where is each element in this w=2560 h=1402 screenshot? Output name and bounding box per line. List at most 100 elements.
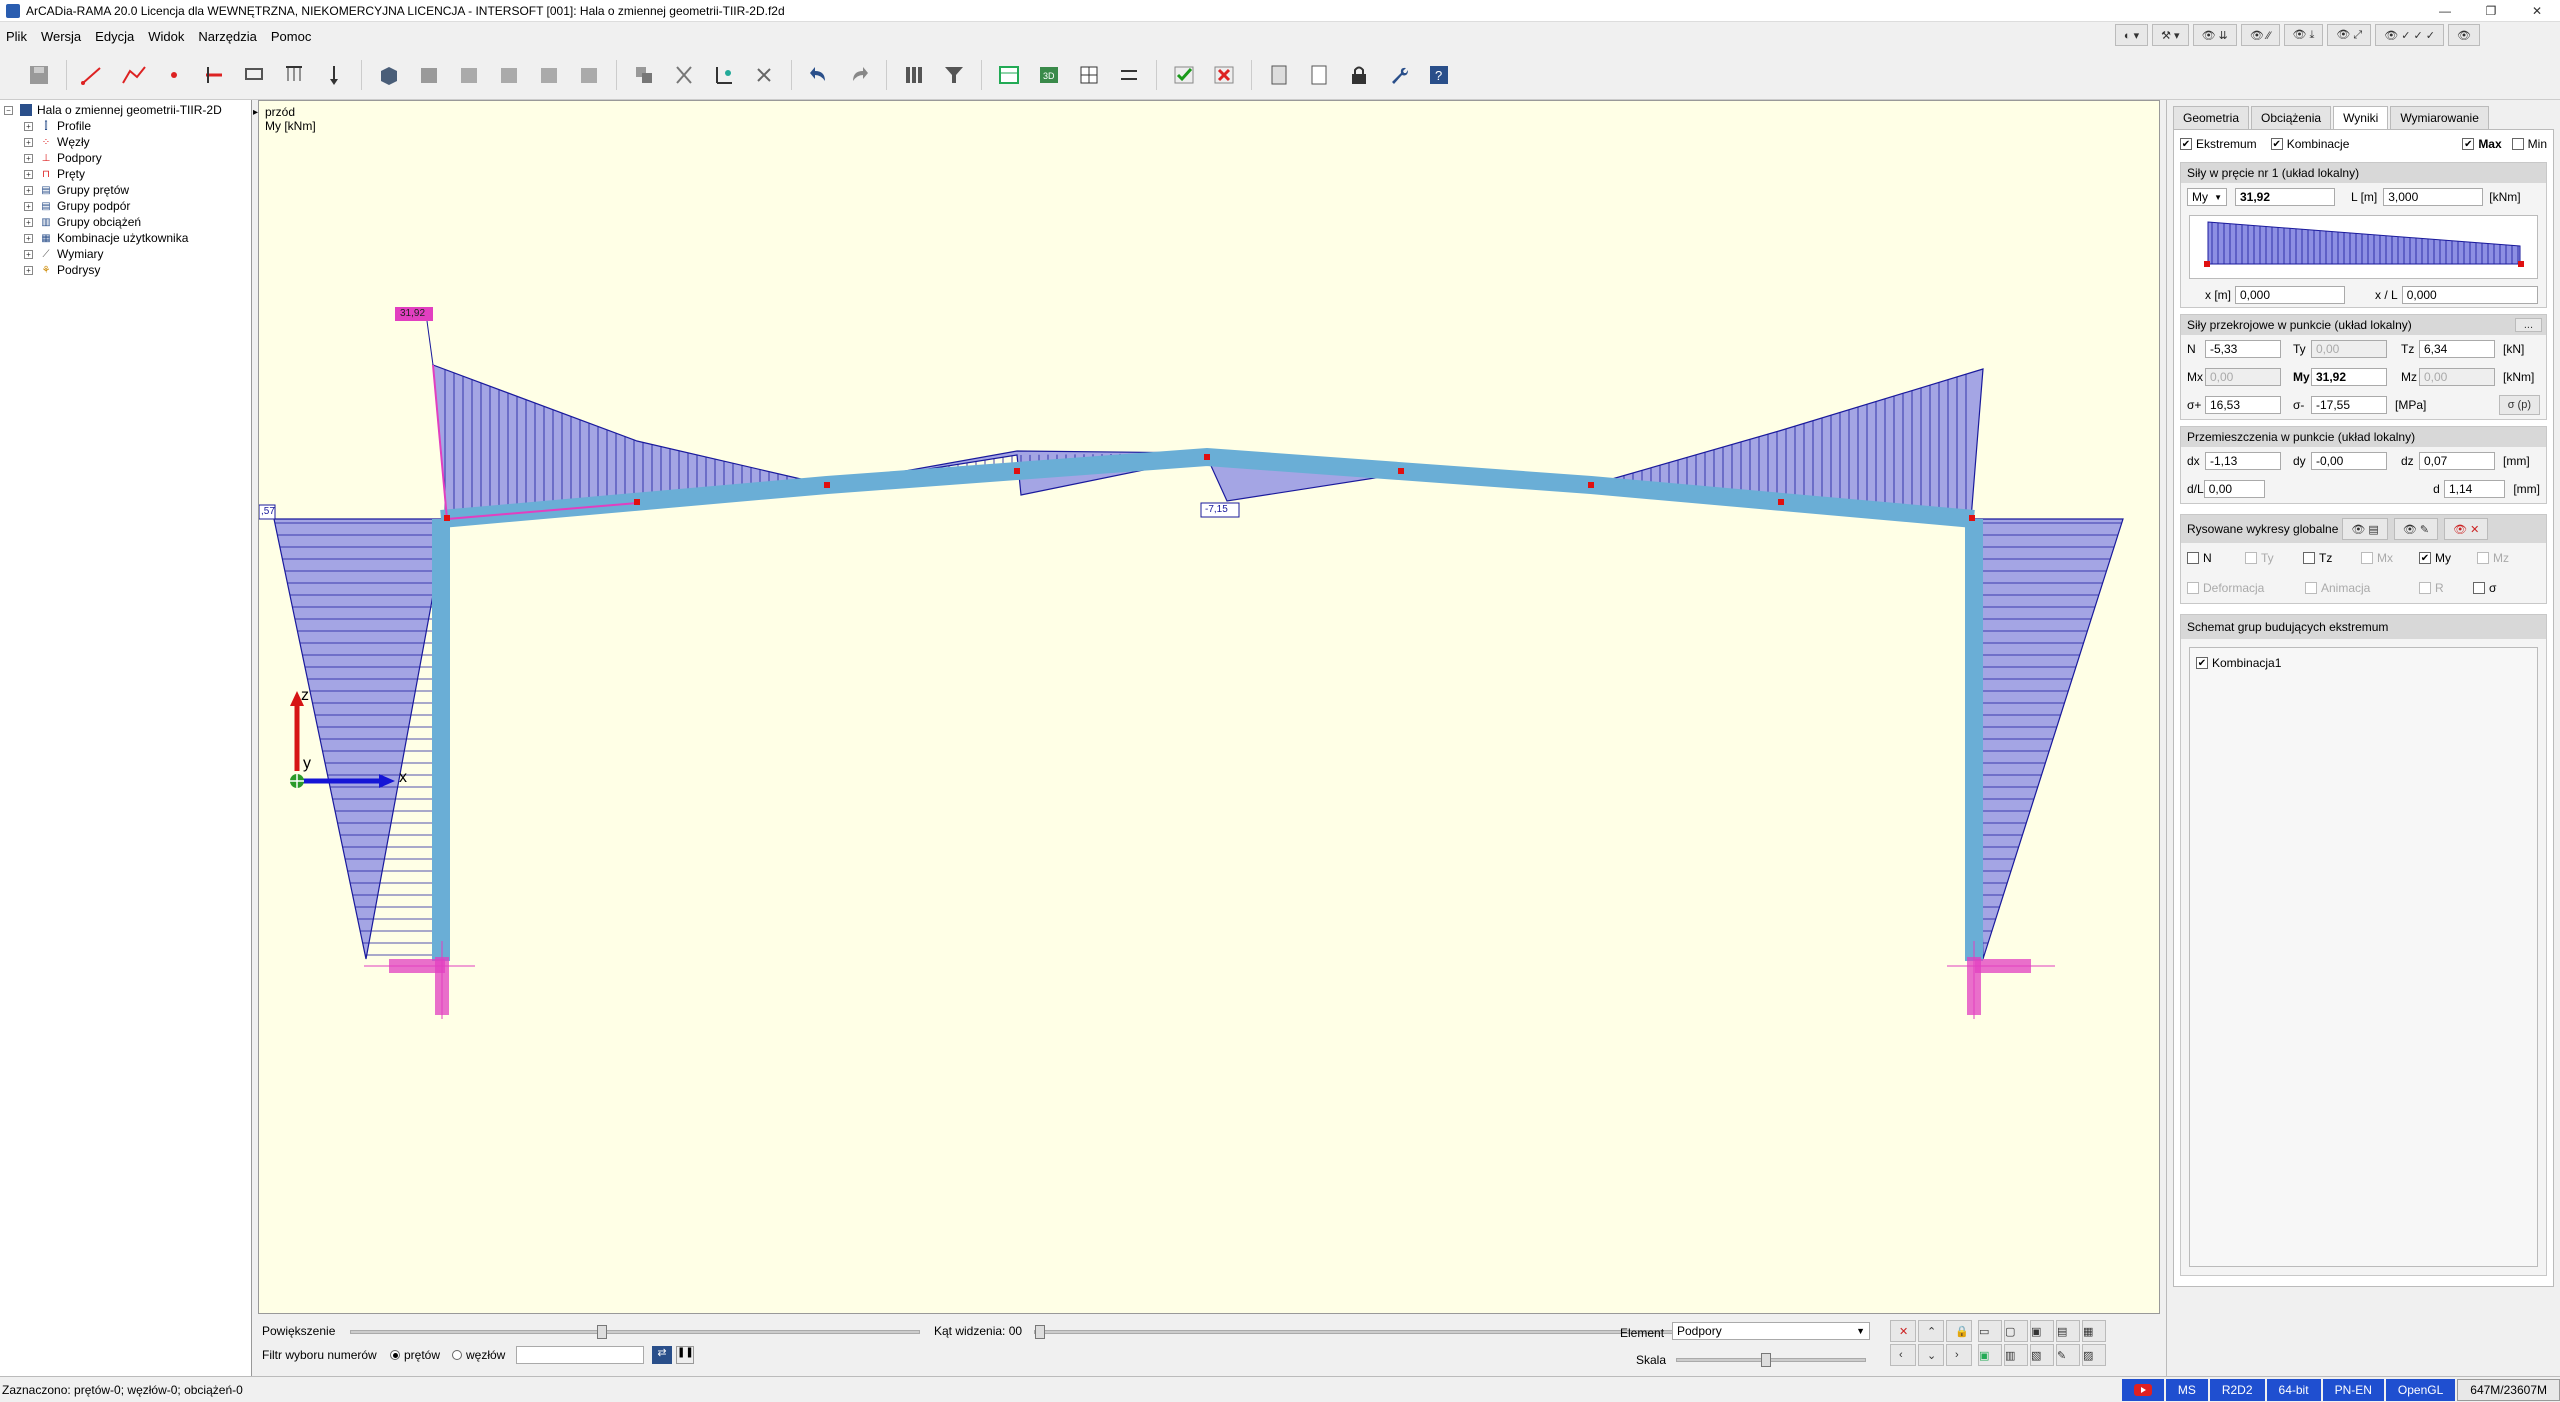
expand-icon[interactable]: + [24,137,33,147]
node[interactable] [1588,482,1594,488]
global-Mx-checkbox[interactable] [2361,552,2373,564]
global-diagram-clear-button[interactable]: 👁 ✕ [2444,518,2489,540]
align-icon[interactable] [1112,58,1146,92]
settings-wrench-icon[interactable] [1382,58,1416,92]
save-icon[interactable] [22,58,56,92]
tree-item-bar-groups[interactable]: + ▤ Grupy prętów [24,182,247,198]
tree-root[interactable]: − Hala o zmiennej geometrii-TIIR-2D [4,102,247,118]
view-mode-icon[interactable]: ▥ [2004,1344,2028,1366]
show-nodes-button[interactable]: 👁 ⤓ [2283,24,2324,46]
node-icon[interactable] [157,58,191,92]
min-checkbox[interactable] [2511,138,2524,150]
extremum-checkbox[interactable]: ✔ [2180,138,2192,150]
left-support[interactable] [364,941,475,1019]
draw-polyline-icon[interactable] [117,58,151,92]
tree-item-dimensions[interactable]: + ⟋ Wymiary [24,246,247,262]
nav-down-icon[interactable]: ⌄ [1918,1344,1944,1366]
node[interactable] [824,482,830,488]
view-mode-icon[interactable]: ▦ [2082,1320,2106,1342]
node[interactable] [1204,454,1210,460]
columns-icon[interactable] [897,58,931,92]
global-Ty-checkbox[interactable] [2245,552,2257,564]
tree-item-underlays[interactable]: + ⚘ Podrysy [24,262,247,278]
xl-input[interactable]: 0,000 [2401,286,2538,304]
menu-file[interactable]: Plik [6,29,27,44]
view-mode-icon[interactable]: ▣ [2030,1320,2054,1342]
expand-icon[interactable]: + [24,201,33,211]
scale-slider[interactable] [1676,1353,1866,1367]
tree-item-supports[interactable]: + ⊥ Podpory [24,150,247,166]
menu-view[interactable]: Widok [148,29,184,44]
table-icon[interactable] [992,58,1026,92]
node[interactable] [1778,499,1784,505]
menu-version[interactable]: Wersja [41,29,81,44]
expand-icon[interactable]: + [24,249,33,259]
show-global-diagram-button[interactable]: 👁 ▤ [2342,518,2388,540]
stress-checkbox[interactable] [2473,582,2485,594]
expand-icon[interactable]: + [24,217,33,227]
angle-slider-thumb[interactable] [1035,1325,1045,1339]
menu-edit[interactable]: Edycja [95,29,134,44]
collapse-icon[interactable]: − [4,105,13,115]
sigma-points-button[interactable]: σ (p) [2498,395,2540,415]
filter-number-input[interactable] [516,1346,644,1364]
show-bars-button[interactable]: 👁 ⁄⁄ [2240,24,2280,46]
point-load-icon[interactable] [317,58,351,92]
view-3d-icon[interactable]: 3D [1032,58,1066,92]
grid-icon[interactable] [1072,58,1106,92]
tree-item-support-groups[interactable]: + ▤ Grupy podpór [24,198,247,214]
section-forces-more-button[interactable]: ... [2514,318,2542,332]
right-support[interactable] [1947,941,2055,1019]
close-button[interactable]: ✕ [2514,0,2560,22]
expand-icon[interactable]: + [24,233,33,243]
undo-icon[interactable] [802,58,836,92]
view-mode-icon[interactable]: ▤ [2056,1320,2080,1342]
tab-design[interactable]: Wymiarowanie [2390,106,2489,129]
copy-icon[interactable] [627,58,661,92]
visibility-button[interactable]: 👁 [2448,24,2480,46]
pause-icon[interactable]: ❚❚ [676,1346,694,1364]
help-icon[interactable]: ? [1422,58,1456,92]
expand-icon[interactable]: + [24,153,33,163]
combination-checkbox[interactable]: ✔ [2270,138,2283,150]
tab-geometry[interactable]: Geometria [2173,106,2250,129]
tree-item-nodes[interactable]: + ⁘ Węzły [24,134,247,150]
expand-icon[interactable]: + [24,169,33,179]
support-icon[interactable] [197,58,231,92]
node[interactable] [444,515,450,521]
draw-bar-icon[interactable] [77,58,111,92]
drawing-canvas[interactable]: przód My [kNm] 31,92 ,57 -7,15 z y x ▸ [253,100,2160,1314]
expand-icon[interactable]: + [24,121,33,131]
lock-small-icon[interactable]: 🔒 [1946,1320,1972,1342]
view-mode-icon[interactable]: ▧ [2030,1344,2054,1366]
menu-tools[interactable]: Narzędzia [198,29,257,44]
record-icon[interactable] [2121,1379,2164,1401]
show-results-button[interactable]: 👁 ✓ ✓ ✓ [2375,24,2445,46]
radio-nodes[interactable]: węzłów [452,1348,505,1362]
nav-right-icon[interactable]: › [1946,1344,1972,1366]
distributed-load-icon[interactable] [277,58,311,92]
view-mode-icon[interactable]: ▢ [2004,1320,2028,1342]
view-mode-icon[interactable]: ▣ [1978,1344,2002,1366]
global-diagram-settings-button[interactable]: 👁 ✎ [2393,518,2439,540]
nav-up-icon[interactable]: ⌃ [1918,1320,1944,1342]
show-dims-button[interactable]: 👁 ⤢ [2327,24,2372,46]
move-icon[interactable] [707,58,741,92]
max-checkbox[interactable]: ✔ [2462,138,2475,150]
global-N-checkbox[interactable] [2187,552,2199,564]
redo-icon[interactable] [842,58,876,92]
tree-item-profiles[interactable]: + ⫿ Profile [24,118,247,134]
display-filter-dropdown[interactable]: ⚒ ▾ [2152,24,2189,46]
lock-icon[interactable] [1342,58,1376,92]
node[interactable] [634,499,640,505]
restore-button[interactable]: ❐ [2468,0,2514,22]
view-back-icon[interactable] [452,58,486,92]
clear-results-icon[interactable] [1207,58,1241,92]
show-loads-button[interactable]: 👁 ⇊ [2192,24,2237,46]
animation-checkbox[interactable] [2305,582,2317,594]
delete-support-icon[interactable]: ✕ [1890,1320,1916,1342]
element-select[interactable]: Podpory ▼ [1672,1322,1870,1340]
reactions-checkbox[interactable] [2419,582,2431,594]
node[interactable] [1398,468,1404,474]
node[interactable] [1014,468,1020,474]
